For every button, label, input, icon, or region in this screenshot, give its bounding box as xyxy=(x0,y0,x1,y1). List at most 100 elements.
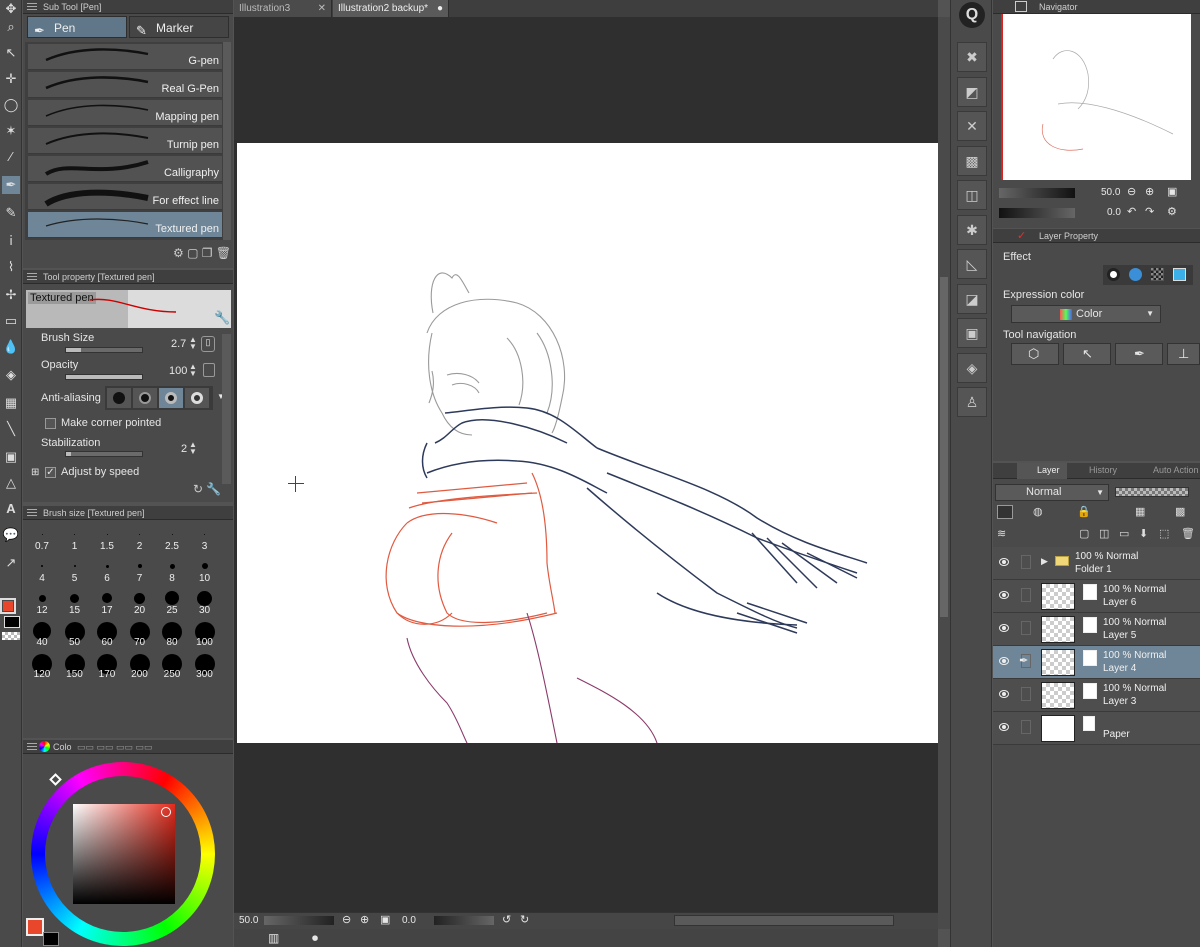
expression-color-dropdown[interactable]: Color ▼ xyxy=(1011,305,1161,323)
navigator-zoom-in-icon[interactable]: ⊕ xyxy=(1145,185,1154,198)
lock-toggle[interactable] xyxy=(1021,588,1031,602)
clip-icon[interactable]: ◍ xyxy=(1033,505,1043,518)
operation-icon[interactable]: ↖ xyxy=(2,44,20,62)
navigator-zoom-value[interactable]: 50.0 xyxy=(1101,187,1120,198)
brush-item-mapping-pen[interactable]: Mapping pen xyxy=(28,100,222,126)
delete-layer-icon[interactable]: 🗑 xyxy=(1181,527,1195,540)
brush-size-preset[interactable]: 120 xyxy=(26,652,58,680)
gradient-icon[interactable]: ▦ xyxy=(2,394,20,412)
material-pattern-icon[interactable]: ▩ xyxy=(957,145,987,176)
hand-icon[interactable]: ✥ xyxy=(2,0,20,18)
sv-cursor[interactable] xyxy=(161,807,171,817)
brush-size-preset[interactable]: 6 xyxy=(91,556,123,584)
figure-icon[interactable]: ╲ xyxy=(2,420,20,438)
toolprop-scrollbar[interactable] xyxy=(222,334,231,484)
palette-color-icon[interactable]: ▦ xyxy=(1135,505,1145,518)
tab-layer[interactable]: Layer xyxy=(1017,463,1067,479)
material-balloon-icon[interactable]: ▣ xyxy=(957,318,987,348)
pencil-icon[interactable]: ✎ xyxy=(2,204,20,222)
brush-size-preset[interactable]: 200 xyxy=(124,652,156,680)
color-other-tabs[interactable]: ▭▭ ▭▭ ▭▭ ▭▭ xyxy=(77,740,153,754)
eraser-icon[interactable]: ▭ xyxy=(2,312,20,330)
brush-size-preset[interactable]: 8 xyxy=(156,556,188,584)
toolnav-more-button[interactable]: ⊥ xyxy=(1167,343,1200,365)
eye-icon[interactable] xyxy=(999,624,1009,632)
tab-auto-action[interactable]: Auto Action xyxy=(1153,463,1199,477)
brush-item-calligraphy[interactable]: Calligraphy xyxy=(28,156,222,182)
transparent-color-swatch[interactable] xyxy=(2,632,20,640)
new-vector-layer-icon[interactable]: ◫ xyxy=(1099,527,1109,540)
opacity-value[interactable]: 100 xyxy=(169,365,187,377)
eye-icon[interactable] xyxy=(999,657,1009,665)
eye-icon[interactable] xyxy=(999,591,1009,599)
stabilization-value[interactable]: 2 xyxy=(181,443,187,455)
layer-menu-icon[interactable]: ≋ xyxy=(997,527,1006,540)
lock-toggle[interactable] xyxy=(1021,621,1031,635)
lock-toggle[interactable] xyxy=(1021,687,1031,701)
brush-size-preset[interactable]: 10 xyxy=(189,556,221,584)
brush-size-preset[interactable]: 2.5 xyxy=(156,524,188,552)
rotate-right-icon[interactable]: ↻ xyxy=(520,913,529,926)
color-wheel-tab-icon[interactable] xyxy=(39,741,50,752)
brush-size-preset[interactable]: 4 xyxy=(26,556,58,584)
brush-size-preset[interactable]: 1 xyxy=(59,524,91,552)
eyedropper-icon[interactable]: ⁄ xyxy=(2,148,20,166)
brush-size-value[interactable]: 2.7 xyxy=(171,338,186,350)
lock-toggle[interactable] xyxy=(1021,555,1031,569)
layer-row[interactable]: 100 % Normal Layer 6 xyxy=(993,580,1200,613)
doc-tab-illustration3[interactable]: Illustration3 ✕ xyxy=(234,0,332,17)
brush-size-preset[interactable]: 5 xyxy=(59,556,91,584)
material-monochrome-icon[interactable]: ◩ xyxy=(957,76,987,107)
toolnav-pen-button[interactable]: ✒ xyxy=(1115,343,1163,365)
brush-size-preset[interactable]: 70 xyxy=(124,620,156,648)
eye-icon[interactable] xyxy=(999,723,1009,731)
brush-item-g-pen[interactable]: G-pen xyxy=(28,44,222,70)
hue-cursor[interactable] xyxy=(49,773,62,786)
main-color-swatch[interactable] xyxy=(0,598,16,614)
brush-item-textured-pen[interactable]: Textured pen xyxy=(28,212,222,238)
brush-size-preset[interactable]: 100 xyxy=(189,620,221,648)
menu-icon[interactable] xyxy=(27,3,37,10)
brush-size-preset[interactable]: 2 xyxy=(124,524,156,552)
close-icon[interactable]: ✕ xyxy=(318,0,326,17)
saturation-value-square[interactable] xyxy=(73,804,175,904)
preview-settings-icon[interactable]: 🔧 xyxy=(214,310,230,326)
adjust-speed-checkbox[interactable]: ✓ xyxy=(45,467,56,478)
layer-row[interactable]: ✒ 100 % Normal Layer 4 xyxy=(993,646,1200,679)
material-figure-icon[interactable]: ♙ xyxy=(957,387,987,417)
brush-size-slider[interactable] xyxy=(65,347,143,353)
tone-effect-icon[interactable] xyxy=(1129,268,1142,281)
camera-icon[interactable]: ⏺ xyxy=(312,931,318,946)
expand-icon[interactable]: ⊞ xyxy=(31,467,39,478)
zoom-icon[interactable]: ⌕ xyxy=(2,18,20,36)
eye-icon[interactable] xyxy=(999,690,1009,698)
blend-mode-dropdown[interactable]: Normal ▼ xyxy=(995,484,1109,501)
antialias-weak[interactable] xyxy=(133,388,157,408)
quick-access-icon[interactable]: Q xyxy=(959,2,985,28)
correct-line-icon[interactable]: ↗ xyxy=(2,554,20,572)
layer-color-chip[interactable] xyxy=(997,505,1013,519)
new-raster-layer-icon[interactable]: ▢ xyxy=(1079,527,1089,540)
airbrush-icon[interactable]: ⌇ xyxy=(2,258,20,276)
brush-icon[interactable]: ⅰ xyxy=(2,232,20,250)
navigator-zoom-out-icon[interactable]: ⊖ xyxy=(1127,185,1136,198)
opacity-lock-icon[interactable] xyxy=(203,363,215,377)
layer-color-icon[interactable] xyxy=(1151,268,1164,281)
copy-icon[interactable]: ❐ xyxy=(202,246,213,260)
pressure-icon[interactable]: ▯ xyxy=(201,336,215,352)
layer-row[interactable]: ▶ 100 % Normal Folder 1 xyxy=(993,547,1200,580)
layer-row[interactable]: 100 % Normal Layer 5 xyxy=(993,613,1200,646)
horizontal-scrollbar[interactable] xyxy=(674,915,894,926)
brush-size-spinner[interactable]: ▲ ▼ xyxy=(189,336,197,351)
stabilization-spinner[interactable]: ▲ ▼ xyxy=(189,441,197,456)
vertical-scrollbar[interactable] xyxy=(938,17,950,929)
toolnav-box-button[interactable]: ⬡ xyxy=(1011,343,1059,365)
antialias-strong[interactable] xyxy=(185,388,209,408)
material-manga-icon[interactable]: ✱ xyxy=(957,214,987,245)
trash-icon[interactable]: 🗑 xyxy=(216,246,231,260)
brush-size-preset[interactable]: 20 xyxy=(124,588,156,616)
navigator-tab-icon[interactable] xyxy=(1015,1,1027,12)
lock-toggle[interactable] xyxy=(1021,720,1031,734)
timeline-icon[interactable]: ▥ xyxy=(268,931,279,945)
eye-icon[interactable] xyxy=(999,558,1009,566)
